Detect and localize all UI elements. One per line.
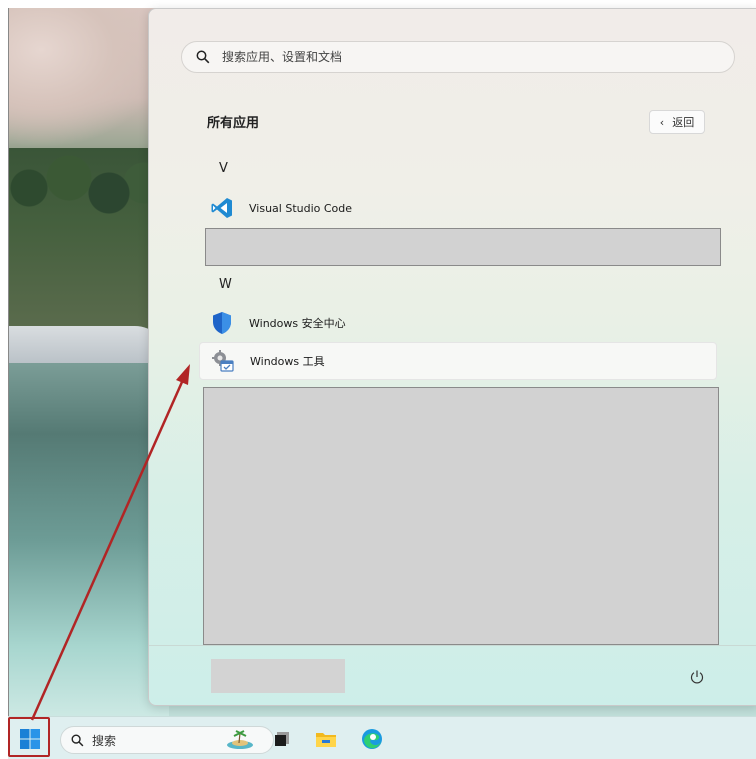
wallpaper-mountain bbox=[9, 8, 169, 148]
windows-tools-icon bbox=[210, 348, 236, 374]
footer-divider bbox=[149, 645, 756, 646]
taskbar: 搜索 bbox=[8, 716, 756, 759]
island-widget-icon[interactable] bbox=[226, 727, 254, 751]
taskbar-search-label: 搜索 bbox=[92, 733, 117, 748]
app-item-windows-tools[interactable]: Windows 工具 bbox=[199, 342, 717, 380]
power-button[interactable] bbox=[685, 665, 709, 689]
search-icon bbox=[196, 50, 210, 64]
app-item-windows-security[interactable]: Windows 安全中心 bbox=[199, 305, 715, 341]
redacted-app-list bbox=[203, 387, 719, 645]
app-label: Visual Studio Code bbox=[249, 201, 353, 215]
windows-security-icon bbox=[209, 310, 235, 336]
app-label: Windows 工具 bbox=[250, 355, 325, 368]
start-search-box[interactable] bbox=[181, 41, 735, 73]
search-icon bbox=[71, 734, 84, 746]
group-letter-w[interactable]: W bbox=[219, 277, 232, 292]
vscode-icon bbox=[209, 195, 235, 221]
start-search-input[interactable] bbox=[220, 49, 704, 65]
wallpaper-rock bbox=[9, 326, 169, 366]
group-letter-v[interactable]: V bbox=[219, 161, 228, 176]
back-button[interactable]: ‹ 返回 bbox=[649, 110, 705, 134]
wallpaper-water bbox=[9, 363, 169, 718]
wallpaper-trees bbox=[9, 148, 169, 338]
start-button-highlight bbox=[8, 717, 50, 757]
all-apps-title: 所有应用 bbox=[207, 116, 260, 131]
task-view-icon[interactable] bbox=[270, 727, 294, 751]
back-label: 返回 bbox=[672, 116, 695, 129]
edge-icon[interactable] bbox=[360, 727, 384, 751]
redacted-user-account[interactable] bbox=[211, 659, 345, 693]
chevron-left-icon: ‹ bbox=[659, 115, 665, 129]
app-item-visual-studio-code[interactable]: Visual Studio Code bbox=[199, 190, 715, 226]
start-menu: 所有应用 ‹ 返回 V Visual Studio Code W Windows… bbox=[148, 8, 756, 706]
app-label: Windows 安全中心 bbox=[249, 317, 346, 330]
file-explorer-icon[interactable] bbox=[314, 727, 338, 751]
redacted-app-entry bbox=[205, 228, 721, 266]
power-icon bbox=[690, 670, 704, 684]
